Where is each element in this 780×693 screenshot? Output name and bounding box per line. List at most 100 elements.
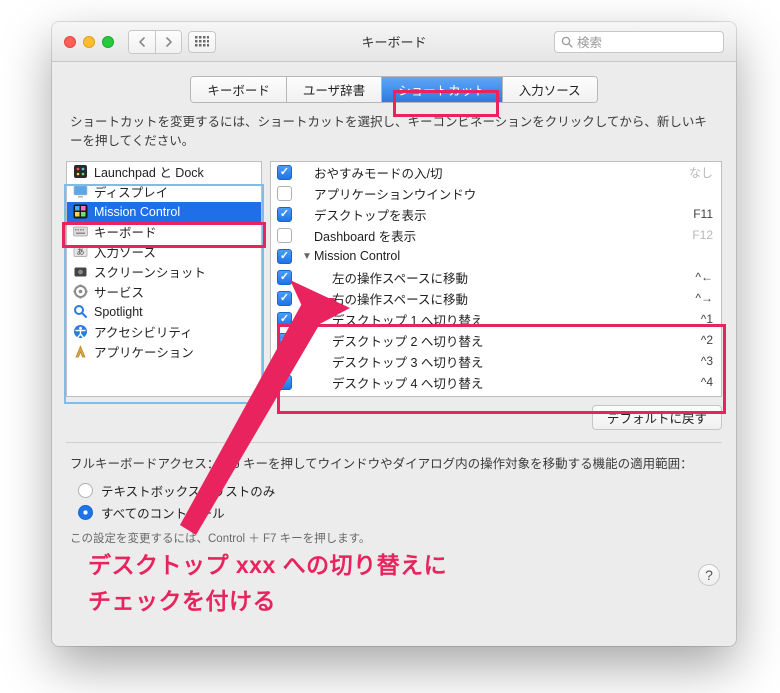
sidebar-item-label: スクリーンショット [94,262,206,281]
instructions: ショートカットを変更するには、ショートカットを選択し、キーコンビネーションをクリ… [52,113,736,161]
back-button[interactable] [129,31,155,53]
checkbox[interactable] [277,333,292,348]
display-icon [73,184,88,199]
sidebar-item[interactable]: サービス [67,282,261,302]
category-sidebar[interactable]: Launchpad と Dockディスプレイ Mission Control キーボ… [66,161,262,397]
shortcut-label: おやすみモードの入/切 [314,163,689,182]
shortcut-key[interactable]: なし [689,164,713,181]
tab-キーボード[interactable]: キーボード [191,77,286,102]
shortcut-key[interactable]: F11 [693,207,713,221]
sidebar-item[interactable]: Mission Control [67,202,261,222]
shortcut-row[interactable]: ▼左の操作スペースに移動^← [271,267,721,288]
tab-ショートカット[interactable]: ショートカット [381,77,502,102]
shortcut-key[interactable]: F12 [692,228,713,242]
search-placeholder: 検索 [577,32,602,51]
disclosure-triangle-icon[interactable]: ▼ [302,251,312,262]
shortcut-row[interactable]: ▼デスクトップ 1 へ切り替え^1 [271,309,721,330]
shortcut-label: デスクトップ 4 へ切り替え [332,373,701,392]
sidebar-item-label: 入力ソース [94,242,156,261]
tab-bar: キーボードユーザ辞書ショートカット入力ソース [52,62,736,113]
shortcut-row[interactable]: ▼おやすみモードの入/切なし [271,162,721,183]
tab-入力ソース[interactable]: 入力ソース [502,77,597,102]
defaults-row: デフォルトに戻す [52,397,736,442]
checkbox[interactable] [277,312,292,327]
radio-label: すべてのコントロール [101,503,225,522]
checkbox[interactable] [277,375,292,390]
svg-text:あ: あ [77,248,85,257]
shortcut-row[interactable]: ▼アプリケーションウインドウ [271,183,721,204]
shortcut-row[interactable]: ▼デスクトップ 4 へ切り替え^4 [271,372,721,393]
forward-button[interactable] [155,31,181,53]
services-icon [73,284,88,299]
zoom-button[interactable] [102,36,114,48]
shortcut-key[interactable]: ^→ [695,291,713,305]
radio-all-controls[interactable]: すべてのコントロール [78,502,710,524]
input-icon: あ [73,244,88,259]
shortcut-label: デスクトップ 1 へ切り替え [332,310,701,329]
shortcut-key[interactable]: ^← [695,270,713,284]
sidebar-item[interactable]: Launchpad と Dock [67,162,261,182]
mc-icon [73,204,88,219]
search-input[interactable]: 検索 [554,31,724,53]
sidebar-item[interactable]: あ入力ソース [67,242,261,262]
restore-defaults-button[interactable]: デフォルトに戻す [592,405,722,430]
sidebar-item[interactable]: アプリケーション [67,342,261,362]
checkbox[interactable] [277,165,292,180]
shortcut-key[interactable]: ^4 [701,375,713,389]
app-icon [73,344,88,359]
window-controls [64,36,114,48]
minimize-button[interactable] [83,36,95,48]
spotlight-icon [73,304,88,319]
show-all-button[interactable] [188,31,216,53]
sidebar-item[interactable]: ディスプレイ [67,182,261,202]
sidebar-item[interactable]: キーボード [67,222,261,242]
radio-label: テキストボックスとリストのみ [101,481,275,500]
shortcut-label: デスクトップを表示 [314,205,693,224]
tab-ユーザ辞書[interactable]: ユーザ辞書 [286,77,381,102]
sidebar-item-label: Launchpad と Dock [94,162,204,181]
radio-textboxes[interactable]: テキストボックスとリストのみ [78,480,710,502]
sidebar-item[interactable]: Spotlight [67,302,261,322]
shortcut-row[interactable]: ▼Dashboard を表示F12 [271,225,721,246]
shortcut-key[interactable]: ^3 [701,354,713,368]
chevron-left-icon [138,37,146,47]
close-button[interactable] [64,36,76,48]
shortcut-key[interactable]: ^2 [701,333,713,347]
panes: Launchpad と Dockディスプレイ Mission Control キーボ… [52,161,736,397]
sidebar-item[interactable]: スクリーンショット [67,262,261,282]
grid-icon [195,36,209,48]
launchpad-icon [73,164,88,179]
checkbox[interactable] [277,249,292,264]
checkbox[interactable] [277,186,292,201]
shortcut-list[interactable]: ▼おやすみモードの入/切なし▼アプリケーションウインドウ▼デスクトップを表示F1… [270,161,722,397]
shortcut-row[interactable]: ▼右の操作スペースに移動^→ [271,288,721,309]
shortcut-label: Dashboard を表示 [314,226,692,245]
sidebar-item-label: アクセシビリティ [94,322,193,341]
sidebar-item-label: サービス [94,282,144,301]
checkbox[interactable] [277,228,292,243]
sidebar-item[interactable]: アクセシビリティ [67,322,261,342]
chevron-right-icon [165,37,173,47]
shortcut-row[interactable]: ▼デスクトップを表示F11 [271,204,721,225]
checkbox[interactable] [277,354,292,369]
shortcut-row[interactable]: ▼デスクトップ 2 へ切り替え^2 [271,330,721,351]
keyboard-icon [73,224,88,239]
accessibility-icon [73,324,88,339]
radio-icon [78,505,93,520]
shortcut-label: 右の操作スペースに移動 [332,289,695,308]
shortcut-key[interactable]: ^1 [701,312,713,326]
sidebar-item-label: ディスプレイ [94,182,168,201]
checkbox[interactable] [277,291,292,306]
sidebar-item-label: Spotlight [94,305,143,319]
shortcut-label: アプリケーションウインドウ [314,184,713,203]
sidebar-item-label: Mission Control [94,205,180,219]
shortcut-row[interactable]: ▼Mission Control [271,246,721,267]
titlebar: キーボード 検索 [52,22,736,62]
shortcut-label: Mission Control [314,249,713,263]
shortcut-row[interactable]: ▼デスクトップ 3 へ切り替え^3 [271,351,721,372]
help-button[interactable]: ? [698,564,720,586]
checkbox[interactable] [277,207,292,222]
checkbox[interactable] [277,270,292,285]
radio-icon [78,483,93,498]
radio-group: テキストボックスとリストのみ すべてのコントロール [52,480,736,524]
